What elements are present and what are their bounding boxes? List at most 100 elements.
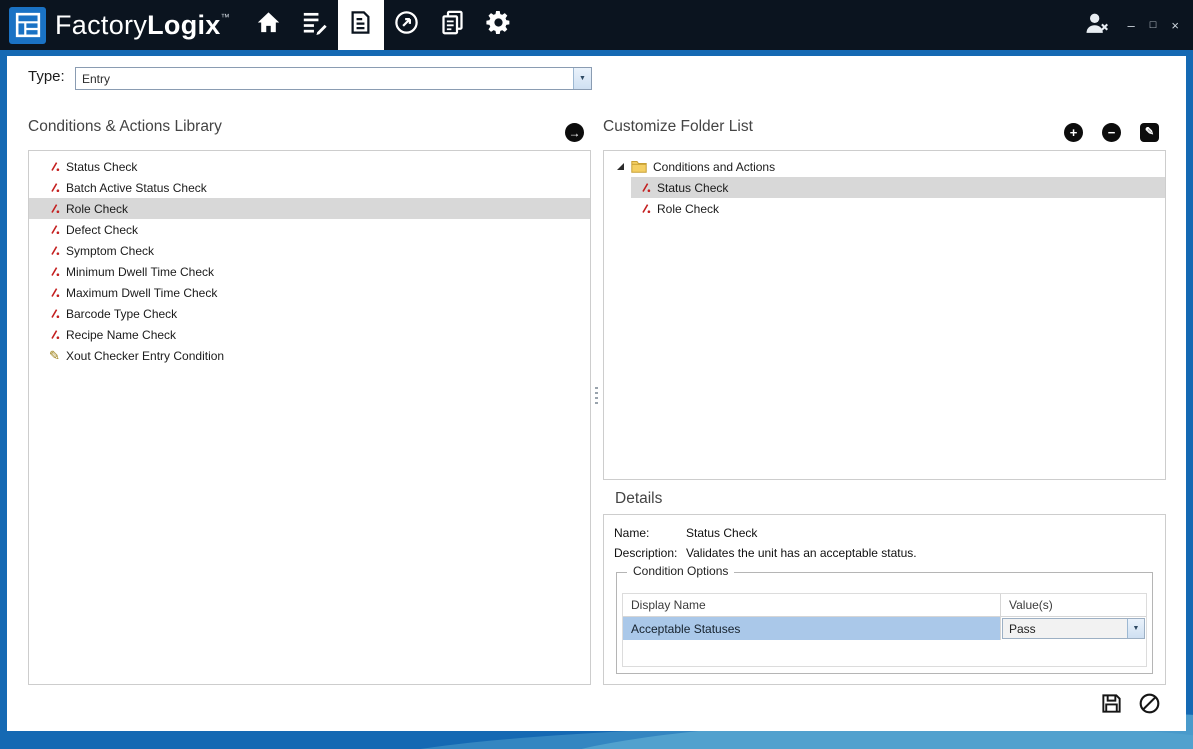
name-label: Name: bbox=[614, 526, 649, 540]
factorylogix-window: FactoryLogix™ bbox=[0, 0, 1193, 749]
name-value: Status Check bbox=[686, 526, 757, 540]
brand-logix: Logix bbox=[147, 10, 221, 40]
chevron-down-icon[interactable]: ▼ bbox=[1127, 619, 1144, 638]
home-icon bbox=[255, 9, 282, 41]
library-item-label: Barcode Type Check bbox=[66, 307, 177, 321]
edit-button[interactable]: ✎ bbox=[1140, 123, 1159, 142]
library-item-label: Minimum Dwell Time Check bbox=[66, 265, 214, 279]
folder-list-section-title: Customize Folder List bbox=[603, 118, 753, 136]
tree-item-selected[interactable]: Status Check bbox=[631, 177, 1165, 198]
navigate-circle-icon bbox=[393, 9, 420, 41]
factorylogix-logo-icon bbox=[9, 7, 46, 44]
condition-icon bbox=[47, 265, 62, 278]
titlebar-right: – □ × bbox=[1080, 8, 1193, 42]
library-item-label: Batch Active Status Check bbox=[66, 181, 207, 195]
library-item[interactable]: Maximum Dwell Time Check bbox=[29, 282, 590, 303]
library-item[interactable]: Recipe Name Check bbox=[29, 324, 590, 345]
value-dropdown[interactable]: Pass ▼ bbox=[1002, 618, 1145, 639]
condition-icon bbox=[47, 244, 62, 257]
library-item[interactable]: Barcode Type Check bbox=[29, 303, 590, 324]
library-item-label: Symptom Check bbox=[66, 244, 154, 258]
details-section-title: Details bbox=[615, 490, 662, 508]
nav-settings-button[interactable] bbox=[476, 0, 522, 50]
conditions-library-list: Status Check Batch Active Status Check R… bbox=[28, 150, 591, 685]
main-nav bbox=[246, 0, 522, 50]
nav-compose-button[interactable] bbox=[292, 0, 338, 50]
main-content: Type: Entry ▼ Conditions & Actions Libra… bbox=[7, 56, 1186, 731]
description-label: Description: bbox=[614, 546, 677, 560]
window-controls: – □ × bbox=[1128, 19, 1179, 32]
library-item[interactable]: Batch Active Status Check bbox=[29, 177, 590, 198]
table-row[interactable]: Acceptable Statuses Pass ▼ bbox=[623, 617, 1146, 640]
trademark: ™ bbox=[221, 12, 230, 22]
logout-user-button[interactable] bbox=[1080, 8, 1114, 42]
minimize-button[interactable]: – bbox=[1128, 19, 1135, 32]
library-item-label: Role Check bbox=[66, 202, 128, 216]
library-item-label: Maximum Dwell Time Check bbox=[66, 286, 217, 300]
condition-icon bbox=[47, 181, 62, 194]
condition-options-table: Display Name Value(s) Acceptable Statuse… bbox=[622, 593, 1147, 667]
table-header-row: Display Name Value(s) bbox=[623, 594, 1146, 617]
cancel-button[interactable] bbox=[1137, 694, 1161, 718]
condition-icon bbox=[47, 328, 62, 341]
library-item[interactable]: ✎ Xout Checker Entry Condition bbox=[29, 345, 590, 366]
library-section-title: Conditions & Actions Library bbox=[28, 118, 222, 136]
nav-library-button-active[interactable] bbox=[338, 0, 384, 50]
maximize-button[interactable]: □ bbox=[1150, 20, 1157, 31]
condition-options-title: Condition Options bbox=[627, 564, 734, 578]
column-header-values: Value(s) bbox=[1001, 594, 1146, 616]
library-item[interactable]: Minimum Dwell Time Check bbox=[29, 261, 590, 282]
library-item-label: Defect Check bbox=[66, 223, 138, 237]
nav-home-button[interactable] bbox=[246, 0, 292, 50]
description-value: Validates the unit has an acceptable sta… bbox=[686, 546, 917, 560]
condition-icon bbox=[47, 286, 62, 299]
option-display-name-cell[interactable]: Acceptable Statuses bbox=[623, 617, 1001, 640]
brand-factory: Factory bbox=[55, 10, 147, 40]
remove-button[interactable]: − bbox=[1102, 123, 1121, 142]
value-dropdown-value: Pass bbox=[1003, 619, 1127, 638]
folder-tree: Conditions and Actions Status Check Role… bbox=[603, 150, 1166, 480]
condition-icon bbox=[638, 202, 653, 215]
tree-item[interactable]: Role Check bbox=[631, 198, 1165, 219]
documents-copy-icon bbox=[439, 9, 466, 41]
type-dropdown-value: Entry bbox=[76, 68, 573, 89]
nav-documents-button[interactable] bbox=[430, 0, 476, 50]
library-item-label: Xout Checker Entry Condition bbox=[66, 349, 224, 363]
user-x-icon bbox=[1083, 9, 1111, 42]
nav-navigate-button[interactable] bbox=[384, 0, 430, 50]
chevron-down-icon[interactable]: ▼ bbox=[573, 68, 591, 89]
tree-item-label: Role Check bbox=[657, 202, 719, 216]
tree-root-row[interactable]: Conditions and Actions bbox=[604, 156, 1165, 177]
condition-icon bbox=[638, 181, 653, 194]
condition-icon bbox=[47, 223, 62, 236]
details-panel: Name: Status Check Description: Validate… bbox=[603, 514, 1166, 685]
save-button[interactable] bbox=[1099, 694, 1123, 718]
condition-icon bbox=[47, 202, 62, 215]
tree-item-label: Status Check bbox=[657, 181, 728, 195]
condition-icon bbox=[47, 160, 62, 173]
library-item[interactable]: Status Check bbox=[29, 156, 590, 177]
expander-icon[interactable] bbox=[614, 162, 626, 171]
save-floppy-icon bbox=[1100, 692, 1123, 720]
library-item-selected[interactable]: Role Check bbox=[29, 198, 590, 219]
folder-icon bbox=[631, 160, 647, 173]
gear-icon bbox=[484, 8, 513, 42]
add-button[interactable]: + bbox=[1064, 123, 1083, 142]
cancel-slash-icon bbox=[1138, 692, 1161, 720]
library-item-label: Recipe Name Check bbox=[66, 328, 176, 342]
transfer-right-button[interactable]: → bbox=[565, 123, 584, 142]
library-item[interactable]: Symptom Check bbox=[29, 240, 590, 261]
library-item-label: Status Check bbox=[66, 160, 137, 174]
library-item[interactable]: Defect Check bbox=[29, 219, 590, 240]
edit-list-icon bbox=[301, 9, 328, 41]
app-title: FactoryLogix™ bbox=[55, 10, 230, 41]
splitter-grip[interactable] bbox=[595, 387, 598, 407]
type-label: Type: bbox=[28, 68, 65, 85]
close-button[interactable]: × bbox=[1171, 19, 1179, 32]
type-dropdown[interactable]: Entry ▼ bbox=[75, 67, 592, 90]
custom-condition-pen-icon: ✎ bbox=[47, 349, 62, 362]
tree-root-label: Conditions and Actions bbox=[653, 160, 775, 174]
column-header-display-name: Display Name bbox=[623, 594, 1001, 616]
titlebar: FactoryLogix™ bbox=[0, 0, 1193, 50]
condition-icon bbox=[47, 307, 62, 320]
